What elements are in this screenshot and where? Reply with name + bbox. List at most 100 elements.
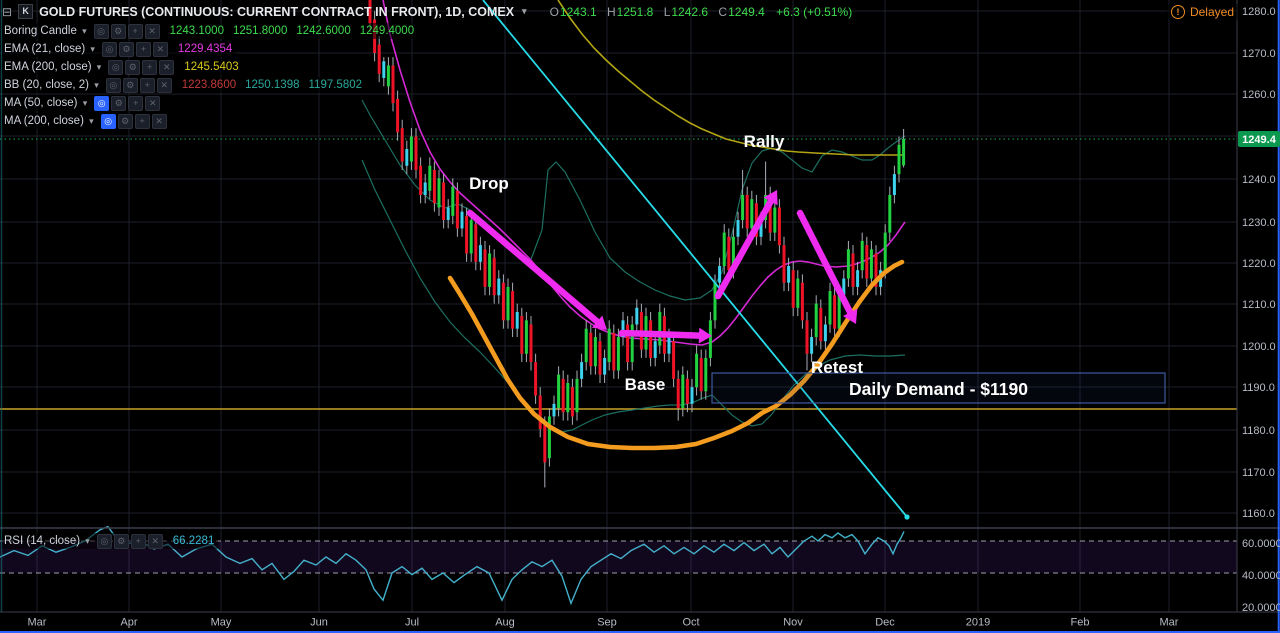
candle bbox=[713, 282, 717, 321]
symbol-title[interactable]: GOLD FUTURES (CONTINUOUS: CURRENT CONTRA… bbox=[39, 5, 514, 19]
indicator-value: 1243.1000 bbox=[169, 25, 224, 37]
close-icon[interactable]: ✕ bbox=[159, 59, 175, 75]
gear-icon[interactable]: ⚙ bbox=[118, 41, 134, 57]
candle bbox=[860, 240, 864, 271]
chevron-down-icon[interactable]: ▾ bbox=[94, 80, 99, 90]
candle bbox=[520, 316, 524, 354]
candle bbox=[593, 337, 597, 367]
chevron-down-icon[interactable]: ▾ bbox=[85, 536, 90, 546]
plus-icon[interactable]: + bbox=[130, 533, 146, 549]
chevron-down-icon[interactable]: ▾ bbox=[90, 44, 95, 54]
plus-icon[interactable]: + bbox=[127, 23, 143, 39]
candle bbox=[442, 182, 446, 221]
indicator-value: 1223.8600 bbox=[181, 79, 237, 91]
price-axis-label: 1220.0 bbox=[1242, 258, 1276, 270]
low-label: L bbox=[663, 4, 671, 19]
price-axis-label: 1170.0 bbox=[1242, 467, 1275, 479]
rsi-legend: RSI (14, close) ▾ ◎ ⚙ + ✕ 66.2281 bbox=[2, 533, 219, 549]
close-icon[interactable]: ✕ bbox=[151, 113, 167, 129]
candle bbox=[534, 362, 538, 396]
candle bbox=[718, 266, 722, 283]
indicator-label[interactable]: EMA (21, close) ▾ bbox=[4, 43, 95, 55]
candle bbox=[543, 424, 547, 463]
chevron-down-icon[interactable]: ▾ bbox=[83, 98, 88, 108]
trendline-cyan[interactable] bbox=[482, 0, 908, 518]
indicator-value: 1197.5802 bbox=[308, 79, 363, 91]
close-icon[interactable]: ✕ bbox=[152, 41, 168, 57]
indicator-label[interactable]: MA (50, close) ▾ bbox=[4, 97, 87, 109]
chevron-down-icon[interactable]: ▾ bbox=[97, 62, 102, 72]
gear-icon[interactable]: ⚙ bbox=[122, 77, 138, 93]
high-value: 1251.8 bbox=[616, 4, 654, 19]
candle bbox=[681, 374, 685, 409]
legend-collapse-icon[interactable]: ⊟ bbox=[2, 5, 12, 19]
candle bbox=[409, 136, 413, 162]
candle bbox=[741, 194, 745, 221]
close-icon[interactable]: ✕ bbox=[156, 77, 172, 93]
eye-icon[interactable]: ◎ bbox=[101, 41, 117, 57]
plus-icon[interactable]: + bbox=[128, 95, 144, 111]
close-icon[interactable]: ✕ bbox=[147, 533, 163, 549]
candle bbox=[672, 341, 676, 379]
indicator-label[interactable]: BB (20, close, 2) ▾ bbox=[4, 79, 99, 91]
indicator-value: 1229.4354 bbox=[177, 43, 233, 55]
candle bbox=[465, 215, 469, 254]
candle bbox=[828, 291, 832, 325]
gear-icon[interactable]: ⚙ bbox=[125, 59, 141, 75]
candle bbox=[607, 328, 611, 363]
eye-icon[interactable]: ◎ bbox=[96, 533, 112, 549]
delayed-badge[interactable]: ! Delayed bbox=[1166, 4, 1238, 20]
candle bbox=[432, 169, 436, 204]
eye-icon[interactable]: ◎ bbox=[94, 95, 110, 111]
chevron-down-icon[interactable]: ▾ bbox=[522, 6, 527, 17]
candle bbox=[483, 249, 487, 287]
candle bbox=[800, 282, 804, 321]
trendline-endpoint[interactable] bbox=[904, 514, 910, 520]
time-axis-label: Mar bbox=[1160, 617, 1179, 629]
indicator-value: 1249.4000 bbox=[359, 25, 415, 37]
chevron-down-icon[interactable]: ▾ bbox=[82, 26, 87, 36]
price-axis[interactable]: 1280.0 1270.0 1260.0 1240.0 1230.0 1220.0 1210… bbox=[1238, 6, 1280, 614]
indicator-label[interactable]: MA (200, close) ▾ bbox=[4, 115, 94, 127]
candle bbox=[782, 245, 786, 283]
price-axis-label: 1160.0 bbox=[1242, 508, 1275, 520]
eye-icon[interactable]: ◎ bbox=[105, 77, 121, 93]
gear-icon[interactable]: ⚙ bbox=[110, 23, 126, 39]
last-price-tag-label: 1249.4 bbox=[1242, 134, 1277, 146]
plus-icon[interactable]: + bbox=[139, 77, 155, 93]
candle bbox=[667, 337, 671, 354]
annotation-base[interactable]: Base bbox=[625, 375, 666, 394]
eye-icon[interactable]: ◎ bbox=[108, 59, 124, 75]
indicator-label[interactable]: RSI (14, close) ▾ bbox=[4, 535, 90, 547]
demand-zone-label[interactable]: Daily Demand - $1190 bbox=[849, 379, 1028, 399]
candle bbox=[446, 207, 450, 221]
candle bbox=[511, 291, 515, 329]
gear-icon[interactable]: ⚙ bbox=[111, 95, 127, 111]
annotation-rally[interactable]: Rally bbox=[744, 132, 785, 151]
time-axis[interactable]: Mar Apr May Jun Jul Aug Sep Oct Nov Dec 2019 Feb Mar bbox=[28, 617, 1179, 629]
candle bbox=[888, 194, 892, 233]
candle bbox=[547, 416, 551, 459]
plus-icon[interactable]: + bbox=[134, 113, 150, 129]
plus-icon[interactable]: + bbox=[142, 59, 158, 75]
gear-icon[interactable]: ⚙ bbox=[117, 113, 133, 129]
time-axis-label: Nov bbox=[783, 617, 803, 629]
plus-icon[interactable]: + bbox=[135, 41, 151, 57]
indicator-label[interactable]: EMA (200, close) ▾ bbox=[4, 61, 101, 73]
annotation-retest[interactable]: Retest bbox=[811, 358, 863, 377]
candle bbox=[603, 357, 607, 375]
candle bbox=[699, 357, 703, 392]
chevron-down-icon[interactable]: ▾ bbox=[89, 116, 94, 126]
candle bbox=[685, 378, 689, 404]
close-icon[interactable]: ✕ bbox=[145, 95, 161, 111]
candle bbox=[437, 178, 441, 208]
eye-icon[interactable]: ◎ bbox=[93, 23, 109, 39]
gear-icon[interactable]: ⚙ bbox=[113, 533, 129, 549]
indicator-label[interactable]: Boring Candle ▾ bbox=[4, 25, 87, 37]
annotation-drop[interactable]: Drop bbox=[469, 174, 509, 193]
eye-icon[interactable]: ◎ bbox=[100, 113, 116, 129]
time-axis-label: May bbox=[211, 617, 232, 629]
candle bbox=[538, 395, 542, 429]
close-icon[interactable]: ✕ bbox=[144, 23, 160, 39]
legend-row: MA (200, close) ▾ ◎ ⚙ + ✕ bbox=[2, 113, 171, 129]
